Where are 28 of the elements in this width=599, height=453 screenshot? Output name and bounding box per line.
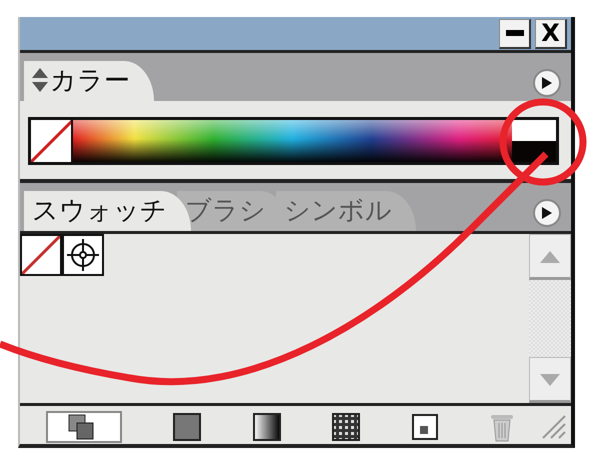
panel-menu-button[interactable]: [533, 199, 561, 227]
down-arrow-icon: [540, 374, 560, 386]
close-button[interactable]: X: [535, 18, 567, 48]
color-swatches-button[interactable]: [173, 412, 202, 440]
play-icon: [542, 77, 552, 89]
panel-menu-button[interactable]: [533, 69, 561, 97]
sort-arrows-icon: [32, 68, 48, 92]
minimize-button[interactable]: [499, 18, 531, 48]
filled-square-icon: [173, 412, 202, 440]
show-kind-button[interactable]: [46, 410, 122, 442]
panel-tab[interactable]: シンボル: [276, 191, 416, 231]
panel-tab[interactable]: スウォッチ: [24, 191, 191, 231]
gradient-swatches-button[interactable]: [252, 412, 281, 440]
registration-swatch[interactable]: [62, 234, 104, 276]
default-swatch[interactable]: [512, 120, 556, 162]
none-swatch[interactable]: [20, 234, 62, 276]
minimize-icon: [506, 30, 524, 36]
color-spectrum[interactable]: [73, 120, 512, 162]
none-swatch-icon[interactable]: [31, 120, 73, 162]
gradient-square-icon: [252, 412, 281, 440]
play-icon: [542, 207, 552, 219]
pattern-swatches-button[interactable]: [332, 412, 360, 440]
new-page-icon: [412, 414, 438, 440]
resize-grip-icon[interactable]: [541, 414, 567, 440]
new-swatch-button[interactable]: [412, 414, 438, 440]
up-arrow-icon: [540, 250, 560, 263]
panel-tab[interactable]: カラー: [24, 61, 154, 101]
pattern-square-icon: [332, 412, 360, 440]
